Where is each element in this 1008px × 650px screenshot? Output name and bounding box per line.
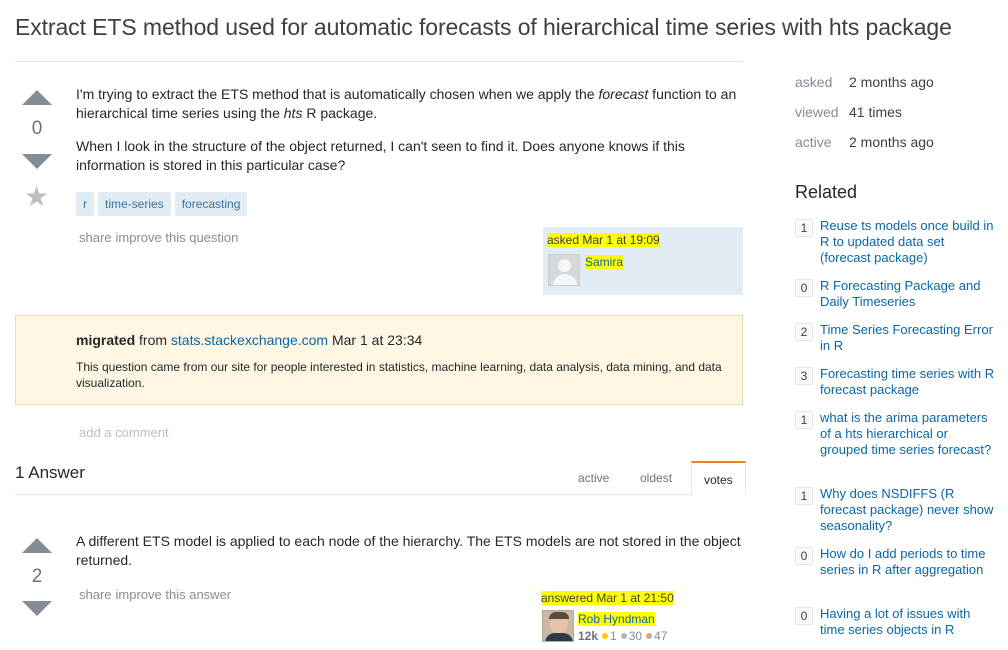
tag-time-series[interactable]: time-series [98,192,171,216]
bronze-badge-count: 47 [654,629,668,643]
tag-forecasting[interactable]: forecasting [174,192,248,216]
favorite-star-icon[interactable]: ★ [24,183,49,211]
related-item-link[interactable]: How do I add periods to time series in R… [820,546,995,578]
question-paragraph-1: I'm trying to extract the ETS method tha… [76,86,737,121]
asked-timestamp: asked Mar 1 at 19:09 [547,233,660,247]
stat-viewed-value: 41 times [849,104,902,120]
answer-body: A different ETS model is applied to each… [76,533,741,568]
related-heading: Related [795,182,858,202]
stat-asked-value: 2 months ago [849,74,934,90]
related-item-link[interactable]: Why does NSDIFFS (R forecast package) ne… [820,486,995,534]
question-downvote-button[interactable] [22,154,52,169]
gold-badge-icon [602,633,609,640]
gold-badge-count: 1 [610,629,617,643]
related-item-link[interactable]: what is the arima parameters of a hts hi… [820,410,995,458]
related-item-score: 1 [795,219,813,237]
title-divider [15,61,743,62]
answers-count-heading: 1 Answer [15,463,85,482]
question-body: I'm trying to extract the ETS method tha… [76,85,741,189]
migrated-label: migrated [76,332,136,348]
related-item-link[interactable]: Having a lot of issues with time series … [820,606,995,638]
reputation-score: 12k [578,629,599,643]
question-owner-name[interactable]: Samira [585,255,624,269]
answer-user-card: answered Mar 1 at 21:50 Rob Hyndman 12k 1… [539,590,743,648]
stat-asked-label: asked [795,74,833,90]
migrated-description: This question came from our site for peo… [76,360,722,390]
related-item-link[interactable]: Reuse ts models once build in R to updat… [820,218,995,266]
tab-oldest[interactable]: oldest [628,461,684,495]
migrated-site-link[interactable]: stats.stackexchange.com [171,332,328,348]
rob-hyndman-avatar[interactable] [542,610,574,642]
related-item-link[interactable]: R Forecasting Package and Daily Timeseri… [820,278,995,310]
related-item-score: 1 [795,487,813,505]
silver-badge-count: 30 [628,629,643,643]
related-item-score: 0 [795,279,813,297]
related-item-link[interactable]: Forecasting time series with R forecast … [820,366,995,398]
stat-active-value: 2 months ago [849,134,934,150]
migrated-notice: migrated from stats.stackexchange.com Ma… [15,315,743,405]
add-comment-link[interactable]: add a comment [79,425,169,440]
related-item-score: 0 [795,547,813,565]
related-item-score: 3 [795,367,813,385]
question-owner-card: asked Mar 1 at 19:09 Samira [543,227,743,295]
samira-avatar[interactable] [548,254,580,286]
improve-question-link[interactable]: improve this question [116,230,239,245]
stat-active-label: active [795,134,832,150]
improve-answer-link[interactable]: improve this answer [116,587,232,602]
user-reputation-badges: 12k 1 30 47 [578,629,667,643]
answers-header-divider [15,494,691,495]
related-item-score: 0 [795,607,813,625]
answer-sort-tabs: active oldest votes [565,461,746,495]
question-tags: r time-series forecasting [76,192,251,216]
bronze-badge-icon [646,633,653,640]
question-vote-count: 0 [31,118,43,139]
question-post-menu: share improve this question [79,229,242,247]
related-item-link[interactable]: Time Series Forecasting Error in R [820,322,995,354]
question-upvote-button[interactable] [22,90,52,105]
related-item-score: 2 [795,323,813,341]
answer-post-menu: share improve this answer [79,586,235,604]
tag-r[interactable]: r [76,192,94,216]
related-item-score: 1 [795,411,813,429]
answer-downvote-button[interactable] [22,601,52,616]
silver-badge-icon [620,633,627,640]
answer-user-name[interactable]: Rob Hyndman [578,612,655,626]
migrated-from-label: from [139,332,168,348]
tab-votes[interactable]: votes [691,461,746,495]
answer-upvote-button[interactable] [22,538,52,553]
question-paragraph-2: When I look in the structure of the obje… [76,138,685,173]
migrated-date: Mar 1 at 23:34 [331,332,423,348]
answered-timestamp: answered Mar 1 at 21:50 [541,591,674,605]
question-title[interactable]: Extract ETS method used for automatic fo… [15,14,952,41]
answer-vote-count: 2 [31,566,43,587]
share-question-link[interactable]: share [79,230,112,245]
stat-viewed-label: viewed [795,104,839,120]
tab-active[interactable]: active [566,461,621,495]
share-answer-link[interactable]: share [79,587,112,602]
